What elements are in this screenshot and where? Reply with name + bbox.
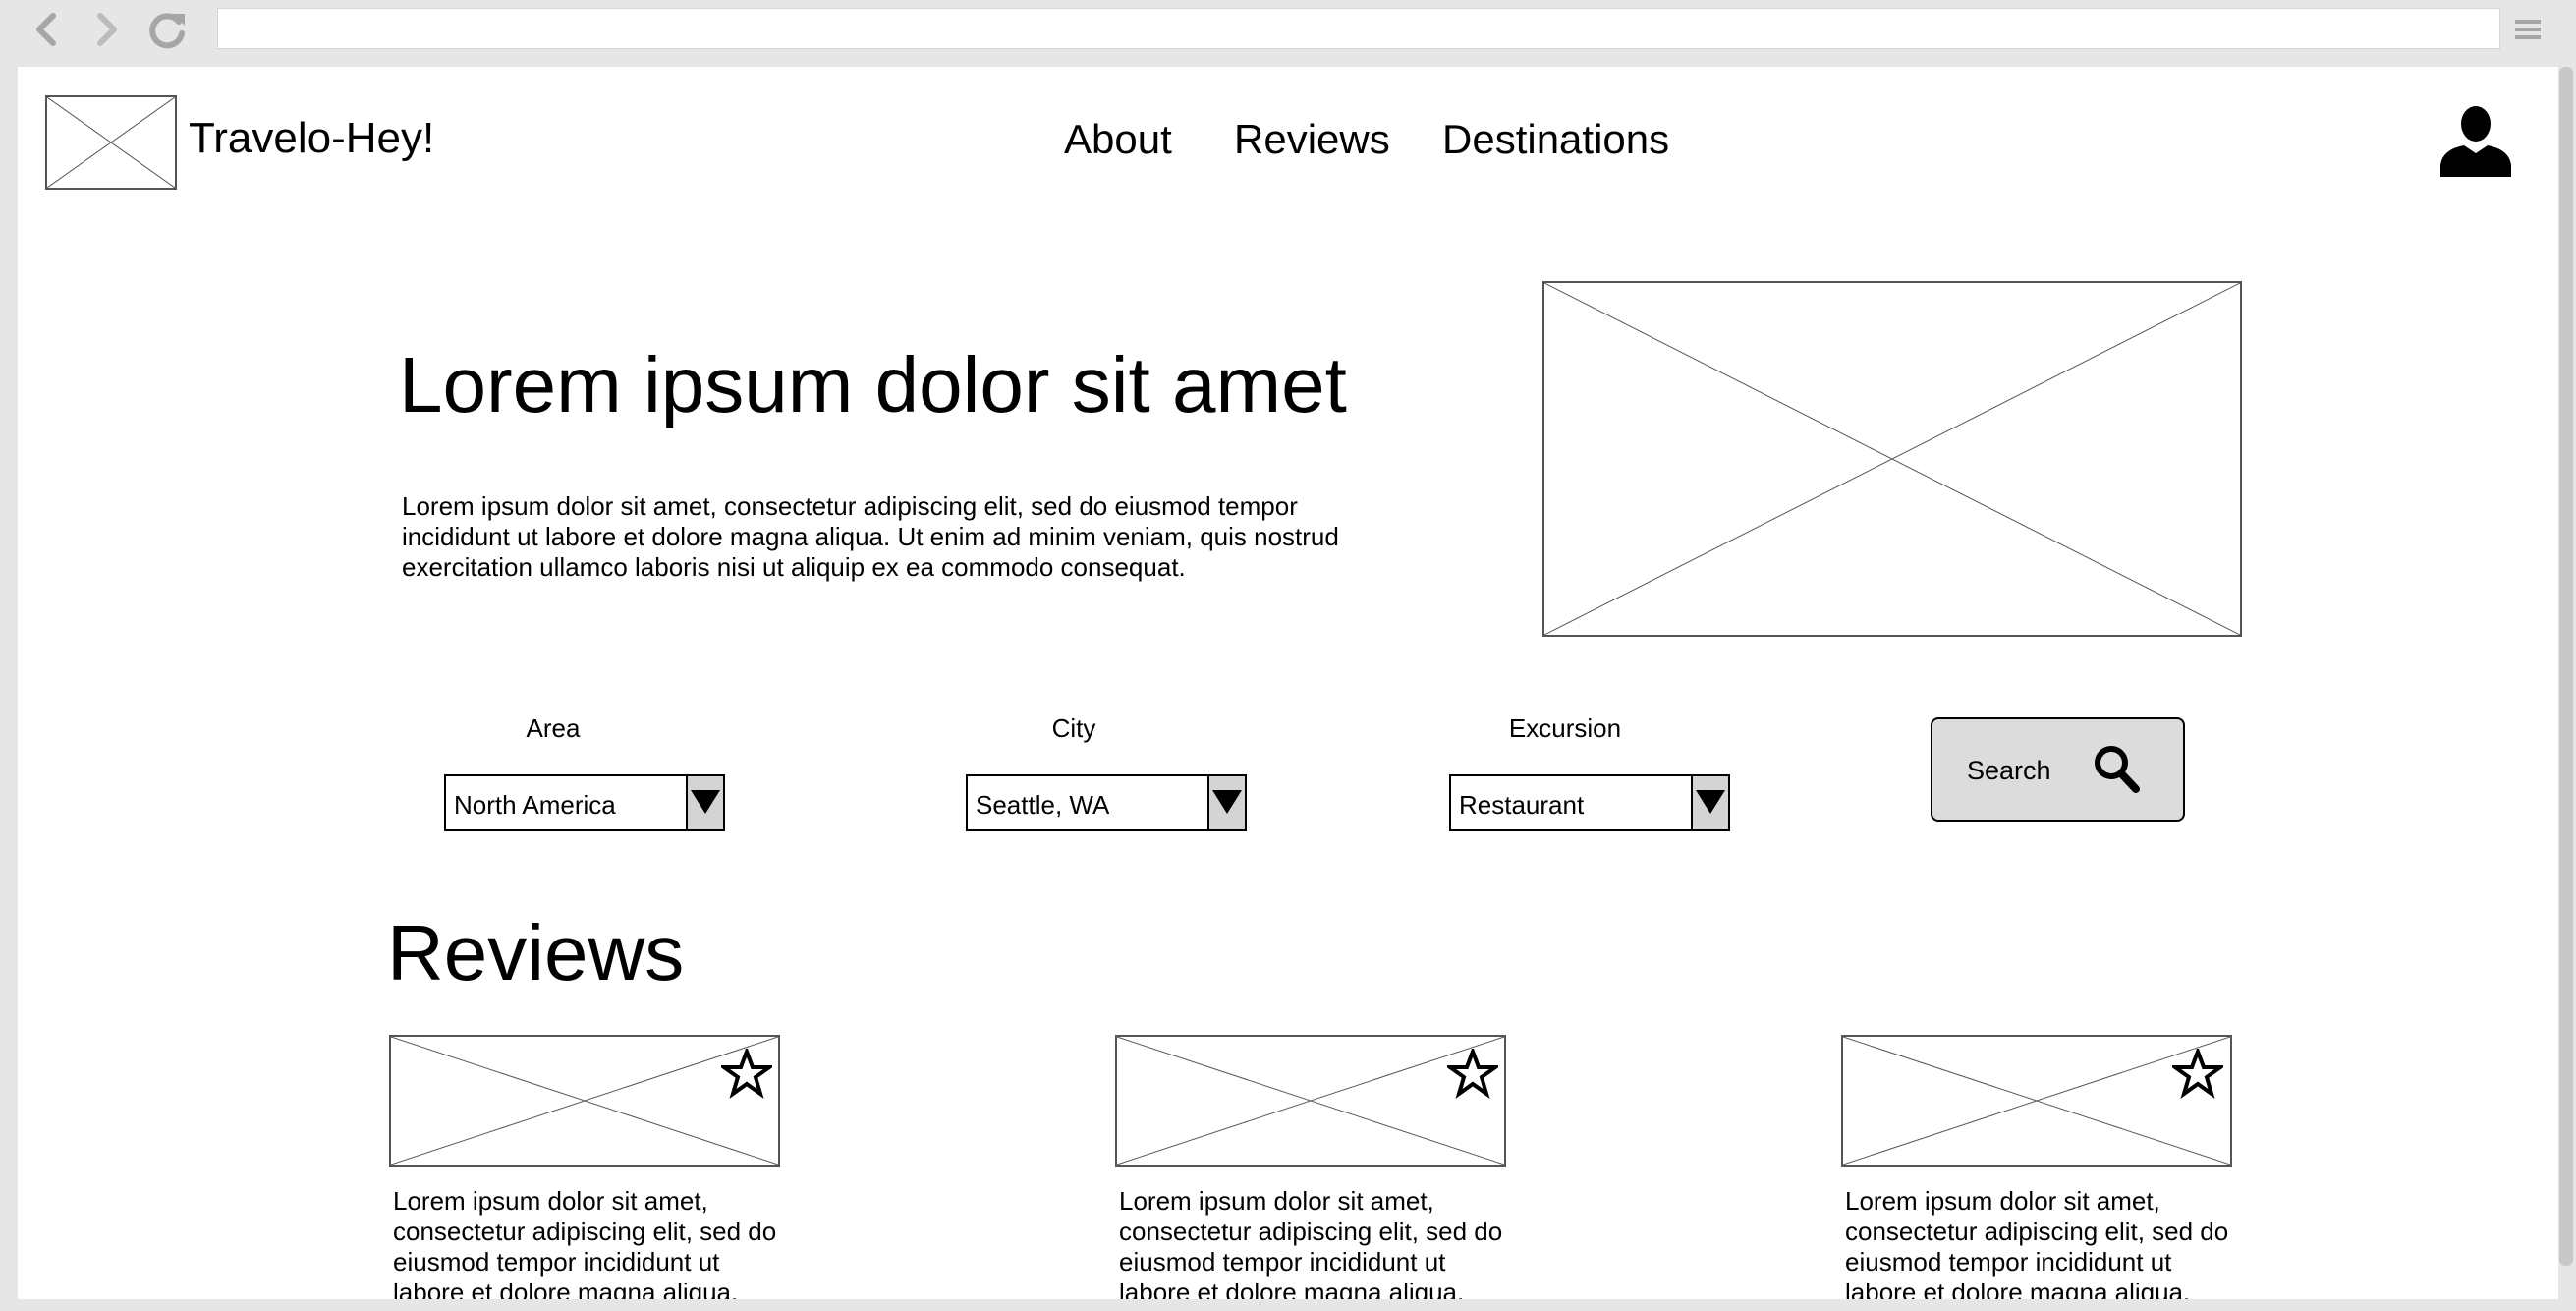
review-card-text-3: Lorem ipsum dolor sit amet, consectetur … [1845,1186,2229,1299]
excursion-select-value: Restaurant [1459,790,1585,820]
page-viewport: Travelo-Hey! About Reviews Destinations … [18,67,2558,1299]
address-bar[interactable] [217,8,2500,49]
review-card-text-1: Lorem ipsum dolor sit amet, consectetur … [393,1186,777,1299]
review-card-text-2: Lorem ipsum dolor sit amet, consectetur … [1119,1186,1503,1299]
vertical-scrollbar[interactable] [2559,67,2573,1266]
area-label: Area [526,713,581,743]
city-select-value: Seattle, WA [976,790,1110,820]
nav-link-reviews[interactable]: Reviews [1234,116,1390,163]
dropdown-arrow-icon[interactable] [1207,776,1245,829]
magnifier-icon [2095,746,2140,793]
hero-title: Lorem ipsum dolor sit amet [399,341,1347,428]
excursion-label: Excursion [1508,713,1622,743]
star-icon[interactable] [721,1049,772,1100]
city-select[interactable]: Seattle, WA [966,774,1247,831]
browser-toolbar [0,0,2576,67]
dropdown-arrow-icon[interactable] [686,776,723,829]
star-icon[interactable] [2172,1049,2223,1100]
forward-icon[interactable] [83,6,130,53]
hamburger-menu-icon[interactable] [2513,16,2543,43]
search-button-label: Search [1967,756,2051,785]
dropdown-arrow-icon[interactable] [1691,776,1728,829]
nav-link-about[interactable]: About [1064,116,1172,163]
nav-link-destinations[interactable]: Destinations [1442,116,1669,163]
excursion-select[interactable]: Restaurant [1449,774,1730,831]
hero-description: Lorem ipsum dolor sit amet, consectetur … [402,491,1339,582]
area-select[interactable]: North America [444,774,725,831]
area-select-value: North America [454,790,616,820]
search-button[interactable]: Search [1931,717,2185,822]
star-icon[interactable] [1447,1049,1498,1100]
back-icon[interactable] [24,6,71,53]
user-icon[interactable] [2438,106,2513,177]
reviews-heading: Reviews [387,909,685,997]
city-label: City [1051,713,1096,743]
hero-image-placeholder [1542,281,2242,637]
reload-icon[interactable] [143,6,191,53]
logo-image-placeholder[interactable] [45,95,177,190]
bottom-border [0,1299,2576,1311]
brand-name[interactable]: Travelo-Hey! [189,114,434,163]
